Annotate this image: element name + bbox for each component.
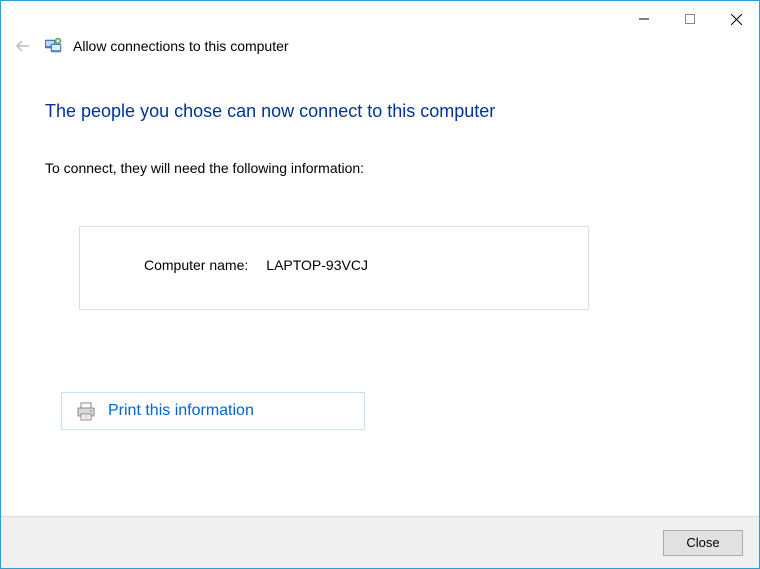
back-arrow-icon <box>11 34 35 58</box>
computer-info-box: Computer name: LAPTOP-93VCJ <box>79 226 589 310</box>
titlebar <box>1 1 759 31</box>
print-information-button[interactable]: Print this information <box>61 392 365 430</box>
print-button-label: Print this information <box>108 402 254 420</box>
remote-connection-icon <box>45 37 63 55</box>
computer-name-label: Computer name: <box>144 257 248 273</box>
close-button-label: Close <box>686 535 719 550</box>
window-close-button[interactable] <box>713 7 759 31</box>
content-area: The people you chose can now connect to … <box>1 61 759 430</box>
main-heading: The people you chose can now connect to … <box>45 101 715 122</box>
info-subtext: To connect, they will need the following… <box>45 160 715 176</box>
page-title: Allow connections to this computer <box>73 38 289 54</box>
minimize-button[interactable] <box>621 7 667 31</box>
page-header: Allow connections to this computer <box>1 31 759 61</box>
footer-bar: Close <box>1 516 759 568</box>
maximize-button[interactable] <box>667 7 713 31</box>
close-button[interactable]: Close <box>663 530 743 556</box>
printer-icon <box>76 401 96 421</box>
computer-name-value: LAPTOP-93VCJ <box>266 257 368 273</box>
